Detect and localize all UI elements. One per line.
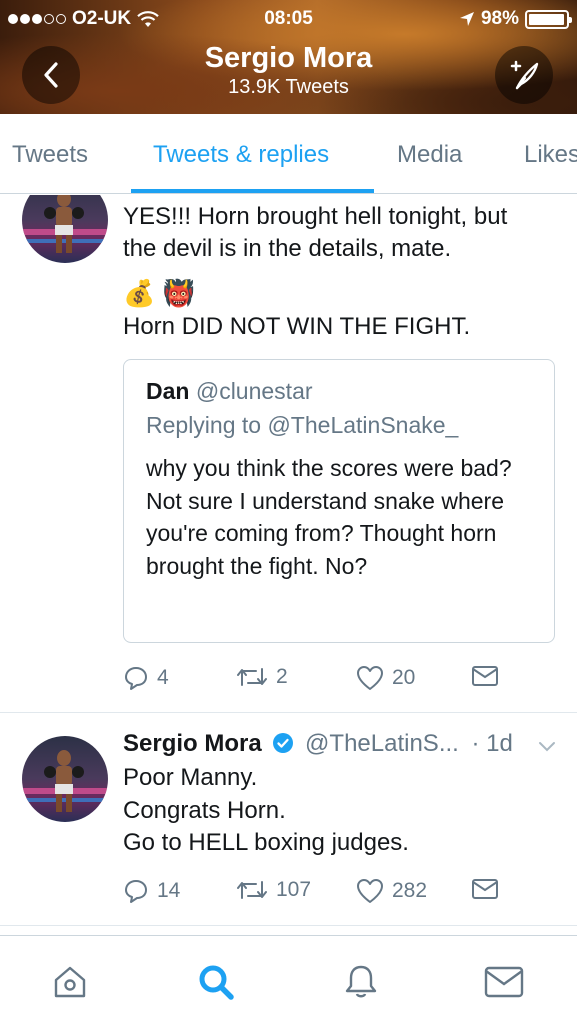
heart-icon bbox=[357, 666, 383, 690]
like-count: 282 bbox=[392, 879, 428, 902]
compose-feather-icon bbox=[510, 60, 539, 90]
tweet-text-line: Poor Manny. bbox=[123, 764, 258, 791]
battery-icon bbox=[525, 9, 572, 29]
like-button[interactable]: 20 bbox=[356, 665, 415, 691]
tweet-actions: 14 107 282 bbox=[123, 878, 543, 908]
tab-tweets[interactable]: Tweets bbox=[12, 141, 88, 169]
quoted-tweet-text: why you think the scores were bad? Not s… bbox=[146, 455, 512, 579]
quoted-tweet-author: Dan @clunestar bbox=[146, 378, 313, 405]
retweet-icon bbox=[237, 881, 267, 899]
nav-notifications[interactable] bbox=[341, 962, 381, 1002]
envelope-icon bbox=[472, 666, 498, 686]
like-button[interactable]: 282 bbox=[356, 878, 427, 904]
reply-count: 14 bbox=[157, 879, 181, 902]
profile-tabs: Tweets Tweets & replies Media Likes bbox=[0, 114, 577, 194]
tweet-actions: 4 2 20 bbox=[123, 665, 543, 695]
bell-icon bbox=[345, 965, 377, 998]
direct-message-button[interactable] bbox=[471, 878, 499, 900]
battery-level bbox=[529, 13, 565, 25]
envelope-icon bbox=[472, 879, 498, 899]
tweet-header: Sergio Mora @TheLatinS... · 1d bbox=[123, 730, 513, 758]
nav-search[interactable] bbox=[196, 962, 236, 1002]
reply-button[interactable]: 14 bbox=[123, 878, 180, 904]
like-count: 20 bbox=[392, 666, 416, 689]
tweet-emoji: 💰 👹 bbox=[123, 278, 195, 308]
battery-percent: 98% bbox=[480, 8, 519, 29]
nav-home[interactable] bbox=[50, 962, 90, 1002]
profile-header: O2-UK 08:05 98% Sergio Mora 13.9K Tweets bbox=[0, 0, 577, 114]
author-name[interactable]: Sergio Mora bbox=[123, 730, 262, 757]
tweet-text-line: YES!!! Horn brought hell tonight, but bbox=[123, 203, 508, 230]
quoted-author-handle: @clunestar bbox=[195, 378, 313, 404]
location-arrow-icon bbox=[459, 12, 474, 26]
bottom-navigation bbox=[0, 935, 577, 1024]
tab-likes[interactable]: Likes bbox=[524, 141, 577, 169]
tweet-text-line: Horn DID NOT WIN THE FIGHT. bbox=[123, 313, 471, 340]
boxer-photo-icon bbox=[22, 750, 108, 812]
status-right: 98% bbox=[459, 8, 572, 30]
avatar[interactable] bbox=[22, 195, 108, 263]
chevron-down-icon[interactable] bbox=[537, 740, 557, 754]
home-icon bbox=[54, 966, 86, 998]
tweet-text-line: Congrats Horn. bbox=[123, 797, 286, 824]
retweet-icon bbox=[237, 668, 267, 686]
active-tab-indicator bbox=[131, 189, 374, 193]
quoted-author-name: Dan bbox=[146, 378, 190, 404]
tweet-text-line: the devil is in the details, mate. bbox=[123, 235, 452, 262]
tab-media[interactable]: Media bbox=[397, 141, 462, 169]
timeline[interactable]: YES!!! Horn brought hell tonight, but th… bbox=[0, 195, 577, 935]
envelope-icon bbox=[484, 966, 524, 998]
tweet-divider bbox=[0, 712, 577, 713]
heart-icon bbox=[357, 879, 383, 903]
reply-button[interactable]: 4 bbox=[123, 665, 169, 691]
direct-message-button[interactable] bbox=[471, 665, 499, 687]
tweet-timestamp: · 1d bbox=[471, 730, 513, 757]
avatar[interactable] bbox=[22, 736, 108, 822]
tab-tweets-and-replies[interactable]: Tweets & replies bbox=[153, 141, 329, 169]
replying-to-label: Replying to @TheLatinSnake_ bbox=[146, 412, 459, 438]
author-handle: @TheLatinS... bbox=[305, 730, 459, 757]
boxer-photo-icon bbox=[22, 195, 108, 253]
verified-badge-icon bbox=[273, 733, 294, 753]
retweet-button[interactable]: 107 bbox=[236, 878, 311, 902]
retweet-button[interactable]: 2 bbox=[236, 665, 288, 689]
quoted-tweet-card[interactable]: Dan @clunestar Replying to @TheLatinSnak… bbox=[123, 359, 555, 643]
reply-count: 4 bbox=[157, 666, 169, 689]
status-bar: O2-UK 08:05 98% bbox=[0, 6, 577, 34]
profile-name: Sergio Mora bbox=[204, 42, 373, 74]
tweet-divider bbox=[0, 925, 577, 926]
reply-icon bbox=[125, 880, 147, 903]
tweet-text-line: Go to HELL boxing judges. bbox=[123, 829, 409, 856]
retweet-count: 107 bbox=[276, 878, 312, 901]
reply-icon bbox=[125, 667, 147, 690]
compose-tweet-button[interactable] bbox=[495, 46, 553, 104]
nav-messages[interactable] bbox=[484, 962, 524, 1002]
tweet-count: 13.9K Tweets bbox=[228, 76, 349, 98]
retweet-count: 2 bbox=[276, 665, 288, 688]
search-icon bbox=[199, 965, 234, 1000]
